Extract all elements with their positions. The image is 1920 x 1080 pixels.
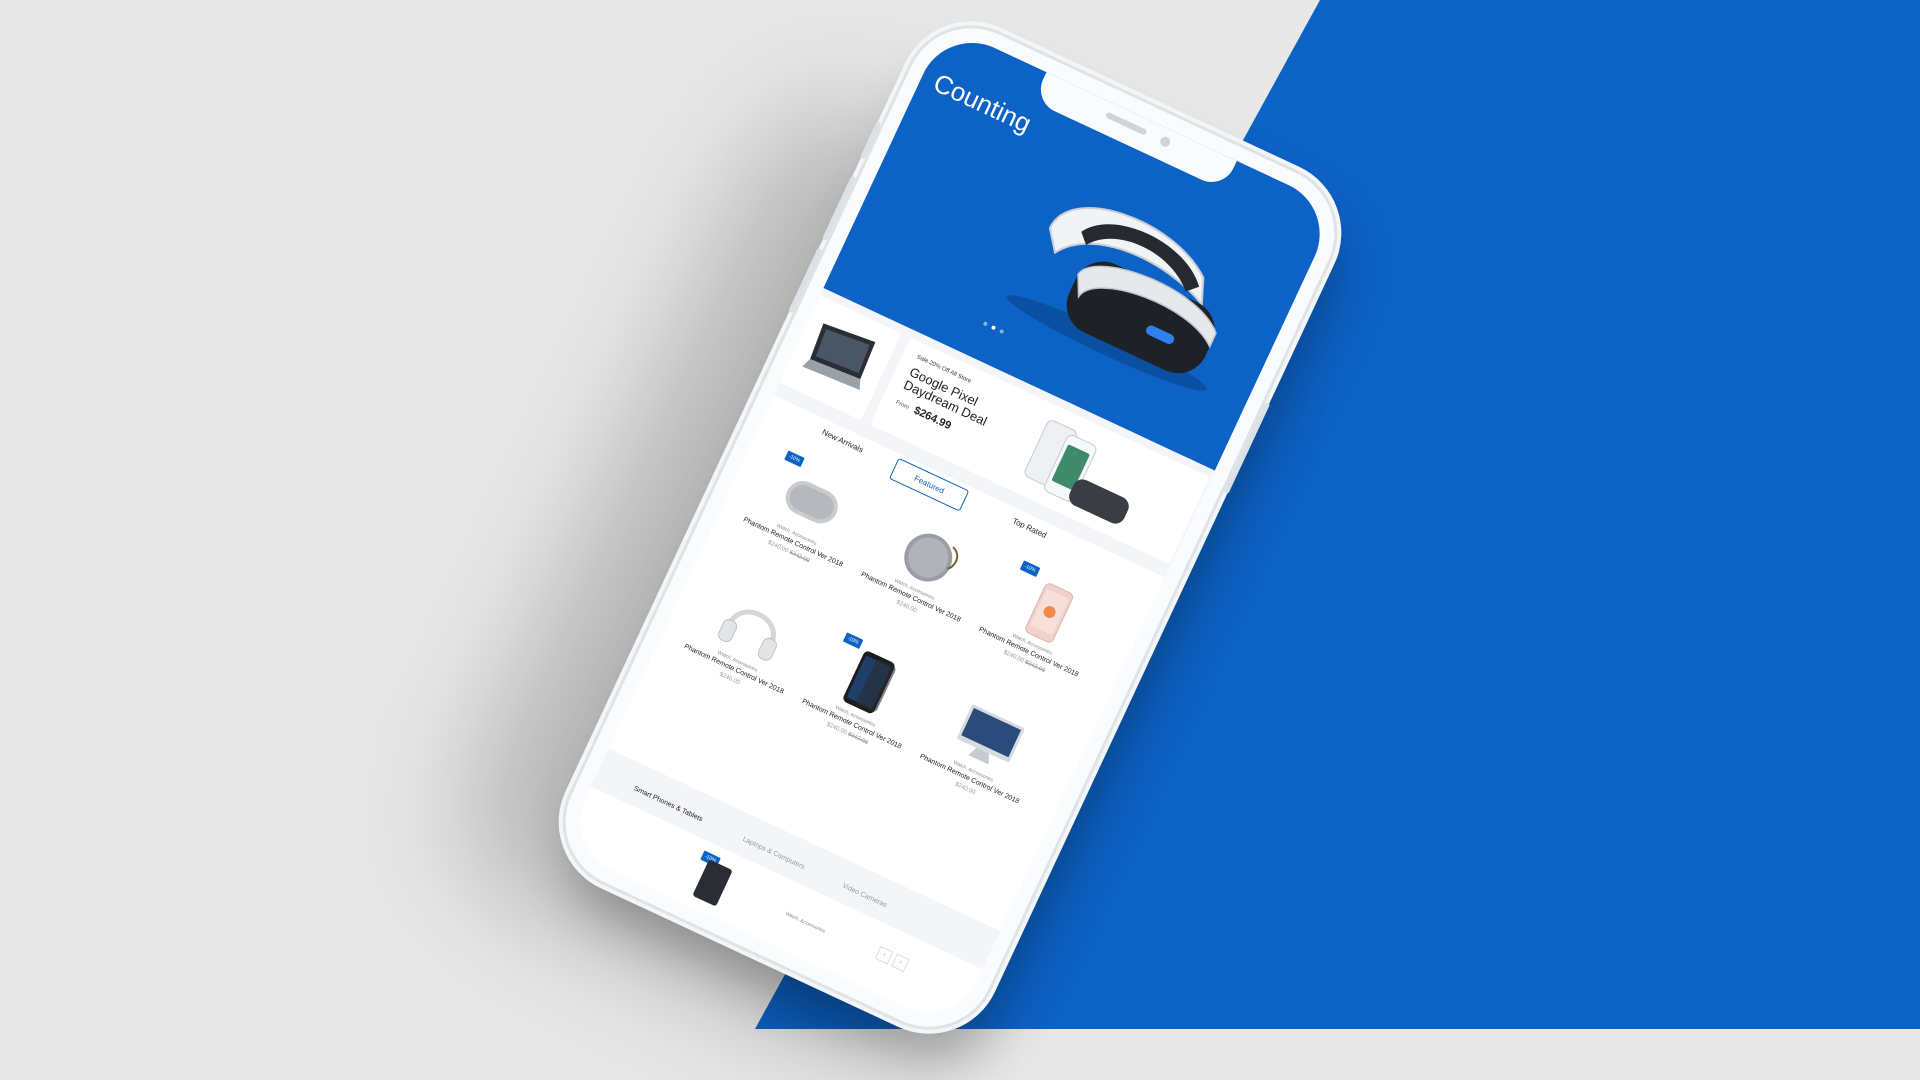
- promo-from-label: From: [894, 399, 910, 412]
- prev-arrow-icon[interactable]: ‹: [874, 945, 894, 965]
- carousel-dots[interactable]: [982, 321, 1005, 335]
- carousel-dot-2[interactable]: [990, 325, 997, 331]
- product-card[interactable]: -10% Watch, Accessories Phantom Remote C…: [792, 631, 938, 762]
- vr-headset-icon: [1006, 207, 1217, 391]
- speaker-grille: [1104, 111, 1148, 136]
- product-category: Watch, Accessories: [784, 910, 827, 935]
- laptop-icon: [802, 323, 876, 390]
- carousel-dot-3[interactable]: [999, 328, 1005, 335]
- product-thumbnail[interactable]: [692, 859, 733, 907]
- tab-top-rated[interactable]: Top Rated: [1011, 516, 1048, 540]
- product-card[interactable]: Watch, Accessories Phantom Remote Contro…: [674, 576, 820, 707]
- hero-title: Counting: [928, 67, 1037, 139]
- category-tab-video-cameras[interactable]: Video Cameras: [841, 882, 888, 909]
- next-arrow-icon[interactable]: ›: [891, 953, 910, 973]
- front-camera: [1158, 135, 1172, 149]
- carousel-dot-1[interactable]: [982, 321, 989, 327]
- tab-new-arrivals[interactable]: New Arrivals: [821, 428, 865, 455]
- product-card[interactable]: Watch, Accessories Phantom Remote Contro…: [909, 686, 1055, 817]
- pager-buttons: ‹ ›: [874, 945, 910, 973]
